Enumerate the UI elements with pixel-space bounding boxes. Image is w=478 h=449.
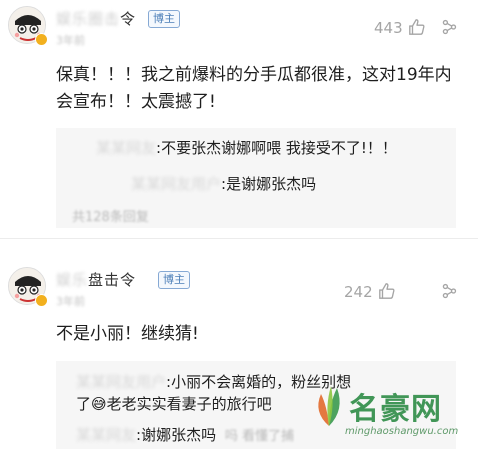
site-watermark: 名豪网 minghaoshangwu.com (305, 380, 475, 448)
username-hidden: 娱乐 (56, 271, 89, 289)
reply-author: 某某网友 (96, 139, 157, 157)
like-count: 242 (344, 283, 373, 301)
comment-text: 保真！！！我之前爆料的分手瓜都很准，这对19年内会宣布！！太震撼了! (56, 65, 452, 112)
author-badge: 博主 (148, 10, 180, 28)
reply-author: 某某网友 (76, 426, 137, 444)
reply-text: :是谢娜张杰吗 (221, 175, 317, 193)
reply-text: :不要张杰谢娜啊喂 我接受不了!！！ (156, 139, 397, 157)
username-visible: 令 (120, 10, 137, 28)
like-count: 443 (374, 19, 403, 37)
more-replies-link[interactable]: 吗 看懂了捕 (225, 429, 294, 444)
reply-text: 了😅老老实实看妻子的旅行吧 (76, 395, 272, 413)
reply-author: 某某网友用户 (76, 373, 167, 391)
verified-badge-icon (35, 294, 48, 307)
username[interactable]: 娱乐盘击令 (56, 269, 136, 290)
more-options-icon[interactable] (440, 18, 458, 36)
reply-item-continued[interactable]: 了😅老老实实看妻子的旅行吧 (76, 393, 272, 414)
replies-box: 某某网友:不要张杰谢娜啊喂 我接受不了!！！ 某某网友用户:是谢娜张杰吗 共12… (56, 128, 456, 228)
comment-card: 娱乐圈击令 博主 3年前 443 保真！！！我之前爆料的分手瓜都很准，这对19年… (0, 0, 478, 238)
username-hidden: 娱乐圈击 (56, 10, 121, 28)
more-replies-link[interactable]: 共128条回复 (72, 206, 149, 225)
watermark-url: minghaoshangwu.com (345, 426, 459, 437)
comment-time: 3年前 (56, 34, 85, 47)
thumbs-up-icon[interactable] (378, 282, 396, 300)
more-options-icon[interactable] (440, 282, 458, 300)
watermark-title: 名豪网 (349, 392, 442, 427)
thumbs-up-icon[interactable] (408, 18, 426, 36)
reply-text: :谢娜张杰吗 (136, 426, 217, 444)
author-badge: 博主 (158, 271, 190, 289)
username-visible: 盘击令 (88, 271, 137, 289)
reply-author: 某某网友用户 (131, 175, 222, 193)
comment-time: 3年前 (56, 295, 85, 308)
verified-badge-icon (35, 33, 48, 46)
reply-item[interactable]: 某某网友:谢娜张杰吗 吗 看懂了捕 (76, 424, 294, 445)
comment-text: 不是小丽！继续猜! (56, 324, 199, 344)
leaf-logo-icon (318, 386, 340, 426)
reply-item[interactable]: 某某网友:不要张杰谢娜啊喂 我接受不了!！！ (96, 137, 397, 158)
reply-item[interactable]: 某某网友用户:是谢娜张杰吗 (131, 173, 316, 194)
username[interactable]: 娱乐圈击令 (56, 8, 136, 29)
